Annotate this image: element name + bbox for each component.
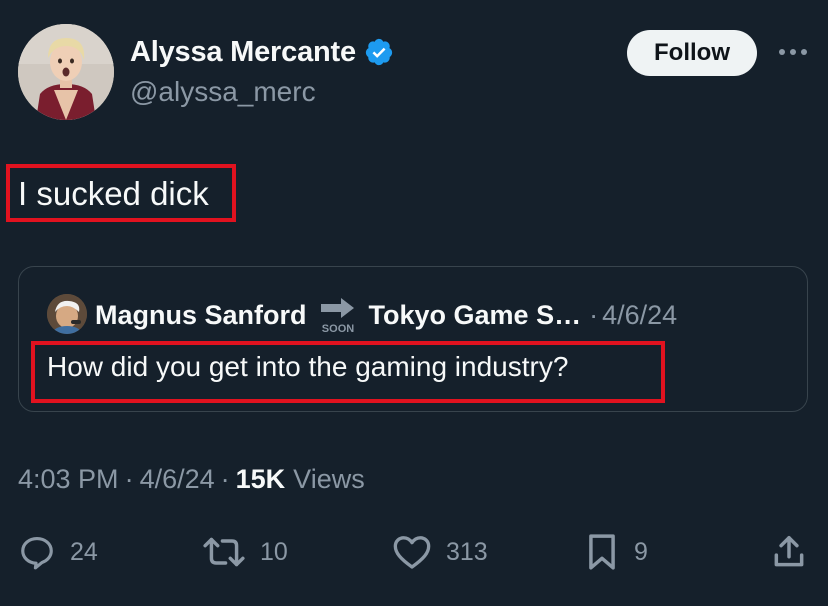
quoted-tweet-header: Magnus Sanford SOON Tokyo Game S… · 4/6/… xyxy=(95,295,677,335)
views-label: Views xyxy=(293,464,365,494)
meta-separator: · xyxy=(220,464,230,494)
author-handle[interactable]: @alyssa_merc xyxy=(130,76,316,108)
tweet-meta: 4:03 PM · 4/6/24 · 15K Views xyxy=(18,464,365,495)
quoted-author-secondary-name[interactable]: Tokyo Game S… xyxy=(369,300,582,331)
like-count: 313 xyxy=(446,537,488,566)
tweet-text: I sucked dick xyxy=(18,175,209,212)
repost-icon xyxy=(203,537,245,567)
more-options-button[interactable] xyxy=(775,38,811,66)
tweet-time[interactable]: 4:03 PM xyxy=(18,464,119,495)
action-bar: 24 10 313 9 xyxy=(0,528,828,576)
quoted-tweet[interactable]: Magnus Sanford SOON Tokyo Game S… · 4/6/… xyxy=(18,266,808,412)
soon-badge-text: SOON xyxy=(321,323,353,335)
views-count[interactable]: 15K xyxy=(236,464,286,495)
meta-separator: · xyxy=(124,464,134,494)
author-name-row: Alyssa Mercante xyxy=(130,32,394,72)
bookmark-count: 9 xyxy=(634,537,648,566)
like-button[interactable]: 313 xyxy=(392,528,488,576)
reply-button[interactable]: 24 xyxy=(18,528,98,576)
heart-icon xyxy=(393,536,431,569)
author-avatar[interactable] xyxy=(18,24,114,120)
bookmark-button[interactable]: 9 xyxy=(584,528,648,576)
tweet: Alyssa Mercante @alyssa_merc Follow I su… xyxy=(0,0,828,606)
repost-button[interactable]: 10 xyxy=(202,528,288,576)
more-dots-icon xyxy=(779,49,807,55)
quoted-author-avatar-image xyxy=(47,294,87,334)
author-display-name[interactable]: Alyssa Mercante xyxy=(130,36,356,69)
quoted-tweet-date[interactable]: 4/6/24 xyxy=(602,300,677,331)
reply-count: 24 xyxy=(70,537,98,566)
quoted-author-name[interactable]: Magnus Sanford xyxy=(95,300,307,331)
share-button[interactable] xyxy=(770,528,808,576)
repost-count: 10 xyxy=(260,537,288,566)
reply-icon xyxy=(21,536,53,570)
bookmark-icon xyxy=(589,534,615,570)
verified-badge-icon[interactable] xyxy=(364,37,394,67)
share-icon xyxy=(774,536,804,567)
follow-button[interactable]: Follow xyxy=(627,30,757,76)
quoted-date-separator: · xyxy=(589,299,599,330)
soon-arrow-icon: SOON xyxy=(320,298,354,335)
quoted-author-avatar xyxy=(47,294,87,334)
tweet-date[interactable]: 4/6/24 xyxy=(140,464,215,495)
author-avatar-image xyxy=(18,24,114,120)
quoted-tweet-text: How did you get into the gaming industry… xyxy=(47,351,569,382)
